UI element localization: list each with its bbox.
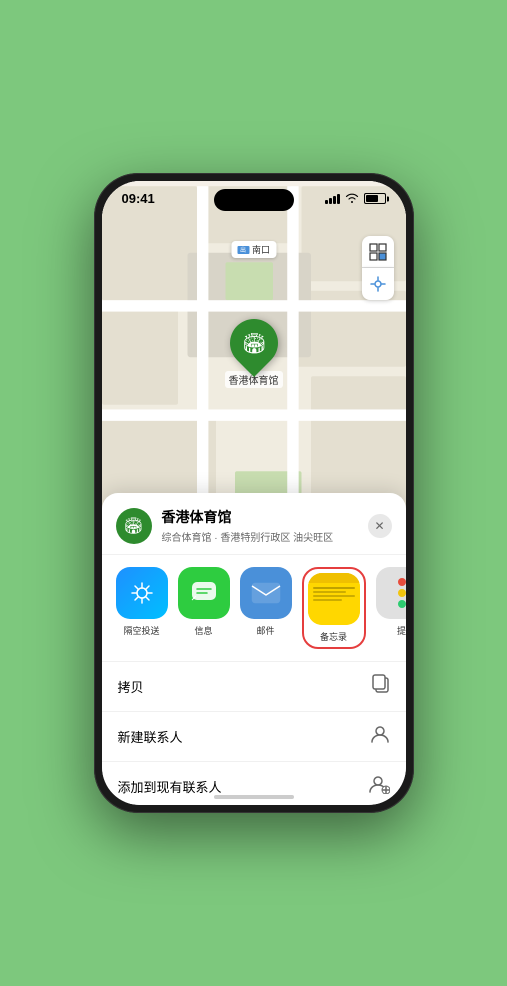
share-row: 隔空投送 信息	[102, 555, 406, 662]
wifi-icon	[345, 192, 359, 206]
signal-bar-3	[333, 196, 336, 204]
phone-screen: 09:41	[102, 181, 406, 805]
dynamic-island	[214, 189, 294, 211]
marker-pin-inner: 🏟	[241, 330, 266, 355]
action-add-existing-label: 添加到现有联系人	[118, 777, 222, 796]
action-copy[interactable]: 拷贝	[102, 662, 406, 712]
map-label-icon: 出	[237, 246, 249, 254]
signal-bar-2	[329, 198, 332, 204]
venue-marker: 🏟 香港体育馆	[225, 319, 283, 388]
share-item-notes[interactable]: 备忘录	[302, 567, 366, 649]
mail-label: 邮件	[256, 624, 274, 637]
mail-icon	[240, 567, 292, 619]
close-button[interactable]: ✕	[368, 514, 392, 538]
share-item-airdrop[interactable]: 隔空投送	[116, 567, 168, 649]
home-indicator	[214, 795, 294, 799]
add-existing-icon	[368, 774, 390, 799]
venue-header: 🏟 香港体育馆 综合体育馆 · 香港特别行政区 油尖旺区 ✕	[102, 493, 406, 555]
map-area[interactable]: 出 南口 🏟 香港体育馆	[102, 181, 406, 543]
new-contact-icon	[370, 724, 390, 749]
phone-frame: 09:41	[94, 173, 414, 813]
share-item-mail[interactable]: 邮件	[240, 567, 292, 649]
action-new-contact-label: 新建联系人	[118, 727, 183, 746]
bottom-sheet: 🏟 香港体育馆 综合体育馆 · 香港特别行政区 油尖旺区 ✕	[102, 493, 406, 805]
marker-pin: 🏟	[220, 309, 288, 377]
share-item-more[interactable]: 提	[376, 567, 406, 649]
status-icons	[325, 192, 386, 206]
status-time: 09:41	[122, 191, 155, 206]
venue-name: 香港体育馆	[162, 507, 368, 527]
action-list: 拷贝 新建联系人	[102, 662, 406, 805]
battery-icon	[364, 193, 386, 204]
map-view-button[interactable]	[362, 236, 394, 268]
more-label: 提	[397, 624, 406, 637]
message-label: 信息	[194, 624, 212, 637]
map-exit-label: 出 南口	[231, 241, 276, 258]
venue-desc: 综合体育馆 · 香港特别行政区 油尖旺区	[162, 529, 368, 544]
location-button[interactable]	[362, 268, 394, 300]
notes-icon	[308, 573, 360, 625]
signal-bar-1	[325, 200, 328, 204]
more-icon	[376, 567, 406, 619]
airdrop-label: 隔空投送	[123, 624, 159, 637]
share-item-message[interactable]: 信息	[178, 567, 230, 649]
map-background: 出 南口 🏟 香港体育馆	[102, 181, 406, 543]
venue-info: 香港体育馆 综合体育馆 · 香港特别行政区 油尖旺区	[162, 507, 368, 544]
notes-label: 备忘录	[320, 630, 347, 643]
battery-fill	[366, 195, 379, 202]
airdrop-icon	[116, 567, 168, 619]
map-label-text: 南口	[252, 243, 270, 256]
action-copy-label: 拷贝	[118, 677, 144, 696]
venue-icon: 🏟	[116, 508, 152, 544]
message-icon	[178, 567, 230, 619]
map-controls	[362, 236, 394, 300]
signal-bars	[325, 194, 340, 204]
copy-icon	[372, 674, 390, 699]
action-new-contact[interactable]: 新建联系人	[102, 712, 406, 762]
signal-bar-4	[337, 194, 340, 204]
